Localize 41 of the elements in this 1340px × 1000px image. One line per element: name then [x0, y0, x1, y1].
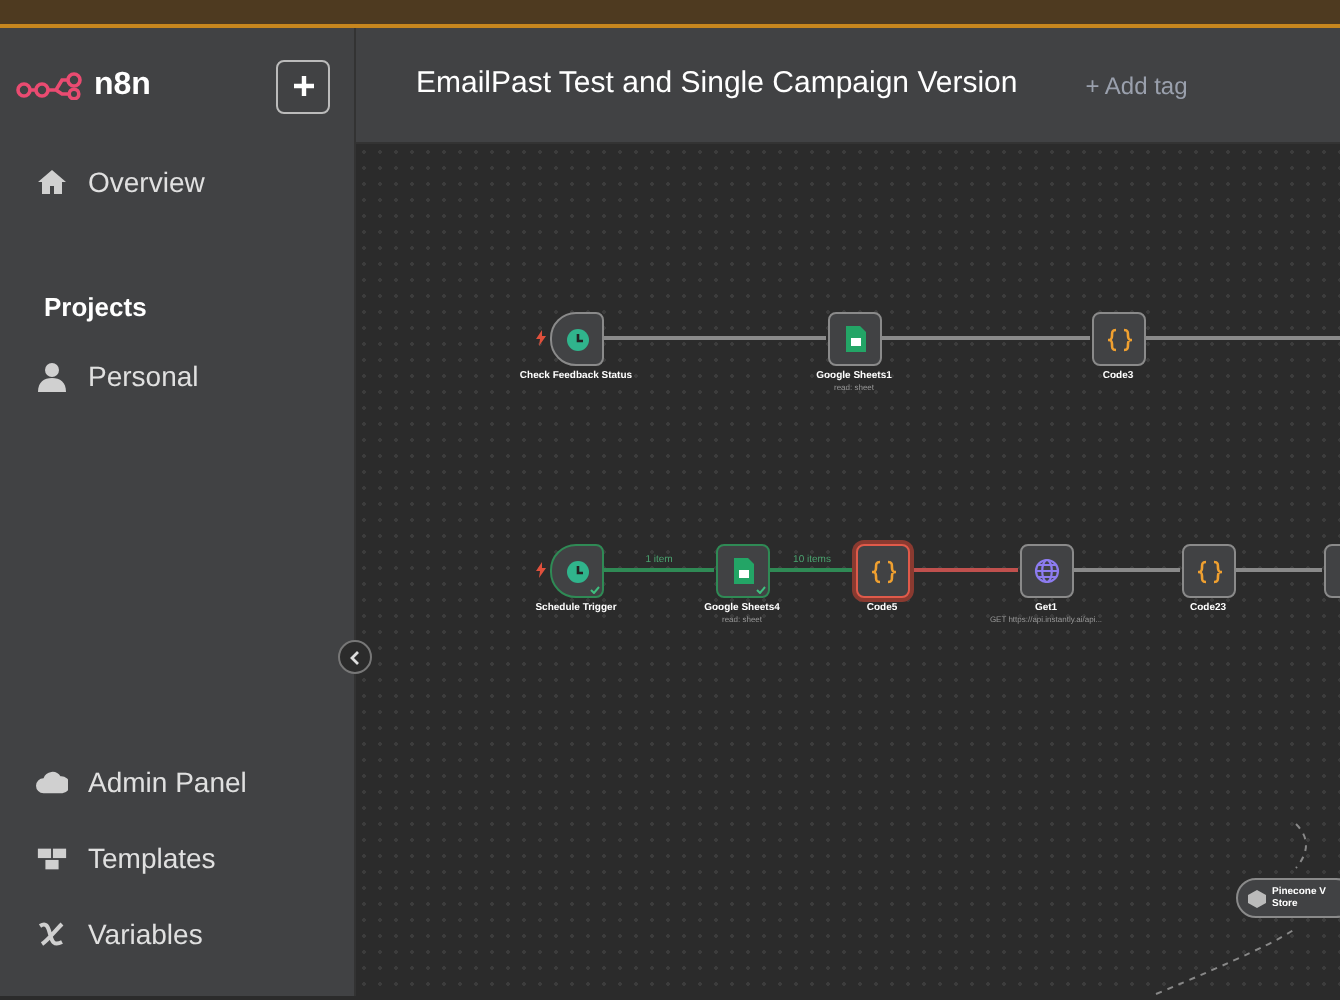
logo-text: n8n — [94, 66, 151, 106]
braces-icon — [1195, 559, 1223, 583]
dashed-connection — [1155, 927, 1297, 995]
lightning-icon — [536, 330, 546, 346]
sidebar-item[interactable]: Variables — [0, 896, 354, 972]
braces-icon — [869, 559, 897, 583]
dashed-connection — [1295, 823, 1307, 869]
clock-icon — [565, 327, 589, 351]
home-icon — [36, 168, 68, 196]
sidebar-item[interactable]: Overview — [0, 144, 354, 220]
code-node[interactable] — [1182, 544, 1236, 598]
chevron-left-icon — [347, 649, 363, 665]
spreadsheet-icon — [845, 326, 865, 352]
check-icon — [590, 586, 600, 594]
check-icon — [756, 586, 766, 594]
section-heading: Projects — [42, 290, 149, 326]
code-node[interactable] — [856, 544, 910, 598]
code-node[interactable] — [1092, 312, 1146, 366]
globe-icon — [1034, 558, 1060, 584]
spreadsheet-icon — [733, 558, 753, 584]
variable-icon — [36, 920, 68, 948]
workflow-title[interactable]: EmailPast Test and Single Campaign Version — [416, 62, 1018, 108]
sheets-node[interactable] — [716, 544, 770, 598]
sidebar-item[interactable]: Templates — [0, 820, 354, 896]
logo-icon — [16, 72, 84, 100]
sidebar-item[interactable]: Admin Panel — [0, 744, 354, 820]
user-icon — [38, 362, 66, 392]
cloud-icon — [36, 770, 68, 794]
add-tag-link[interactable]: + Add tag — [1085, 67, 1188, 103]
sheets-node[interactable] — [828, 312, 882, 366]
plus-icon — [291, 74, 315, 98]
cube-icon — [1248, 889, 1266, 907]
http-node[interactable] — [1020, 544, 1074, 598]
lightning-icon — [536, 562, 546, 578]
sidebar-item[interactable]: Personal — [0, 339, 354, 415]
trigger-node[interactable] — [550, 312, 604, 366]
braces-icon — [1105, 327, 1133, 351]
clock-icon — [565, 559, 589, 583]
trigger-node[interactable] — [550, 544, 604, 598]
boxes-icon — [36, 845, 68, 871]
add-button[interactable] — [276, 59, 330, 113]
